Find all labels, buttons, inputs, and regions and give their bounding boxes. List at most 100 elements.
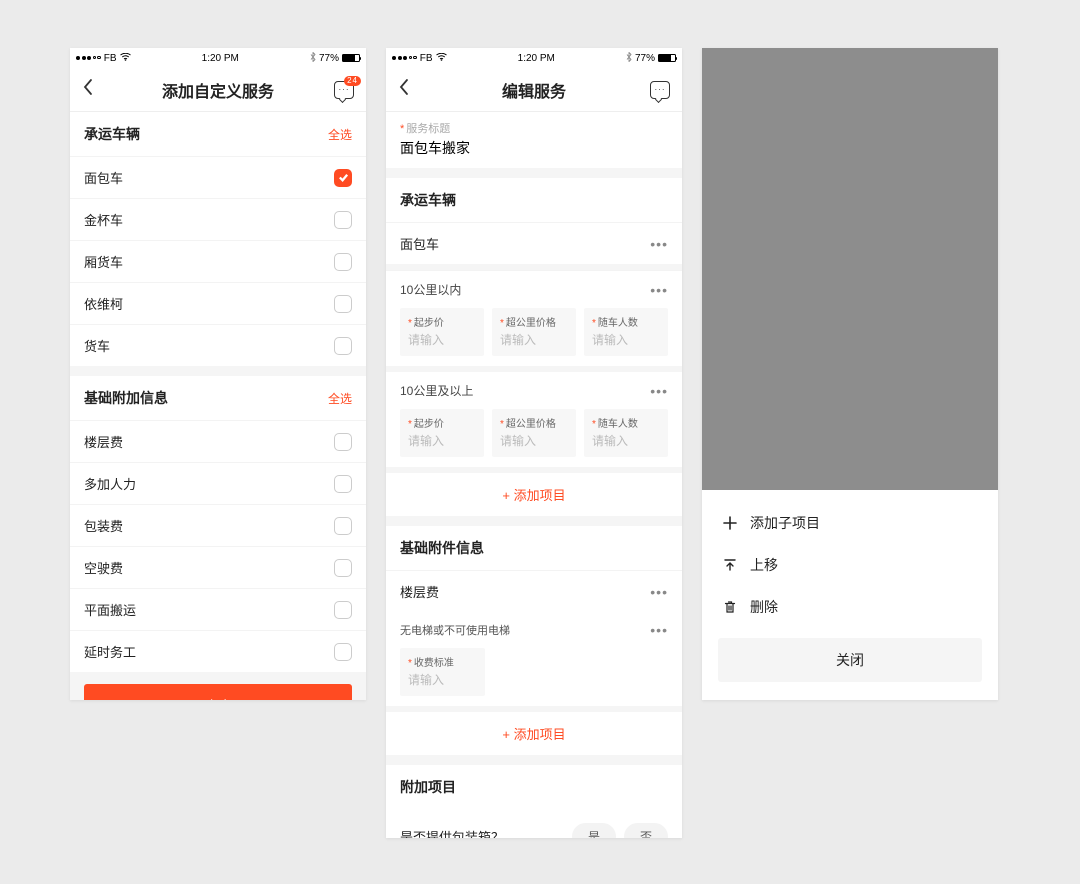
base-sub-row: 无电梯或不可使用电梯 ••• [386,612,682,648]
section-extras-header: 基础附加信息 全选 [70,376,366,420]
bluetooth-icon [310,52,316,64]
more-icon[interactable]: ••• [650,383,668,399]
checkbox[interactable] [334,559,352,577]
vehicle-label: 面包车 [84,168,123,187]
service-title-label: *服务标题 [386,112,682,136]
battery-pct: 77% [635,53,655,64]
clock: 1:20 PM [518,53,555,64]
content-scroll[interactable]: 承运车辆 全选 面包车 金杯车 厢货车 依维柯 货车 基础附加信息 全选 [70,112,366,700]
phone-add-service: FB 1:20 PM 77% 添加自定义服务 ··· 24 承运车辆 [70,48,366,700]
section-extras-title: 基础附加信息 [84,388,168,408]
extra-label: 楼层费 [84,432,123,451]
section-vehicles-title: 承运车辆 [84,124,140,144]
trash-icon [722,600,738,614]
price-chip[interactable]: *超公里价格 请输入 [492,308,576,356]
carrier-label: FB [420,53,433,64]
range-inputs: *起步价 请输入 *超公里价格 请输入 *随车人数 请输入 [386,409,682,467]
extra-row[interactable]: 延时务工 [70,630,366,672]
extra-row[interactable]: 楼层费 [70,420,366,462]
vehicle-row[interactable]: 货车 [70,324,366,366]
sheet-delete[interactable]: 删除 [702,586,998,628]
messages-icon[interactable]: ··· [650,81,670,99]
vehicle-row[interactable]: 金杯车 [70,198,366,240]
add-item-button[interactable]: + 添加项目 [386,712,682,755]
vehicle-label: 货车 [84,336,110,355]
messages-badge: 24 [344,76,361,86]
extra-row[interactable]: 包装费 [70,504,366,546]
extra-row[interactable]: 多加人力 [70,462,366,504]
nav-bar: 编辑服务 ··· [386,68,682,112]
no-pill[interactable]: 否 [624,823,668,838]
plus-icon [722,516,738,530]
more-icon[interactable]: ••• [650,236,668,252]
extra-question-row: 是否提供包装箱？ 是 否 [386,809,682,838]
move-up-icon [722,558,738,572]
nav-bar: 添加自定义服务 ··· 24 [70,68,366,112]
service-title-input[interactable] [386,136,682,168]
vehicle-row[interactable]: 厢货车 [70,240,366,282]
sheet-move-up[interactable]: 上移 [702,544,998,586]
checkbox[interactable] [334,601,352,619]
veh-section-header: 承运车辆 [386,178,682,222]
checkbox[interactable] [334,211,352,229]
vehicle-row[interactable]: 面包车 [70,156,366,198]
section-vehicles-header: 承运车辆 全选 [70,112,366,156]
range-inputs: *起步价 请输入 *超公里价格 请输入 *随车人数 请输入 [386,308,682,366]
battery-pct: 77% [319,53,339,64]
carrier-label: FB [104,53,117,64]
checkbox[interactable] [334,169,352,187]
veh-name-row[interactable]: 面包车 ••• [386,222,682,264]
checkbox[interactable] [334,517,352,535]
price-chip[interactable]: *随车人数 请输入 [584,308,668,356]
extra-label: 平面搬运 [84,600,136,619]
modal-backdrop[interactable] [702,48,998,490]
price-chip[interactable]: *随车人数 请输入 [584,409,668,457]
checkbox[interactable] [334,295,352,313]
fee-chip[interactable]: *收费标准 请输入 [400,648,485,696]
back-button[interactable] [82,78,93,101]
back-button[interactable] [398,78,409,101]
sheet-add-sub[interactable]: 添加子项目 [702,502,998,544]
checkbox[interactable] [334,643,352,661]
select-all-extras[interactable]: 全选 [328,390,352,407]
extra-label: 延时务工 [84,642,136,661]
page-title: 编辑服务 [386,78,682,102]
vehicle-label: 厢货车 [84,252,123,271]
price-chip[interactable]: *超公里价格 请输入 [492,409,576,457]
checkbox[interactable] [334,337,352,355]
extra-label: 包装费 [84,516,123,535]
bluetooth-icon [626,52,632,64]
battery-icon [658,54,676,62]
confirm-button[interactable]: 确定 [84,684,352,700]
base-section-header: 基础附件信息 [386,526,682,570]
phone-edit-service: FB 1:20 PM 77% 编辑服务 ··· *服务标题 [386,48,682,838]
checkbox[interactable] [334,433,352,451]
messages-icon[interactable]: ··· 24 [334,81,354,99]
extra-row[interactable]: 空驶费 [70,546,366,588]
checkbox[interactable] [334,475,352,493]
more-icon[interactable]: ••• [650,584,668,600]
checkbox[interactable] [334,253,352,271]
phone-action-sheet: 添加子项目 上移 删除 关闭 [702,48,998,700]
extra-label: 空驶费 [84,558,123,577]
base-row[interactable]: 楼层费 ••• [386,570,682,612]
vehicle-label: 金杯车 [84,210,123,229]
sheet-close-button[interactable]: 关闭 [718,638,982,682]
extra-label: 多加人力 [84,474,136,493]
status-bar: FB 1:20 PM 77% [70,48,366,68]
yes-pill[interactable]: 是 [572,823,616,838]
range-row: 10公里以内 ••• [386,270,682,308]
range-label: 10公里及以上 [400,382,473,399]
select-all-vehicles[interactable]: 全选 [328,126,352,143]
vehicle-row[interactable]: 依维柯 [70,282,366,324]
add-item-button[interactable]: + 添加项目 [386,473,682,516]
range-label: 10公里以内 [400,281,461,298]
action-sheet: 添加子项目 上移 删除 关闭 [702,490,998,700]
more-icon[interactable]: ••• [650,282,668,298]
price-chip[interactable]: *起步价 请输入 [400,409,484,457]
wifi-icon [120,53,131,63]
more-icon[interactable]: ••• [650,622,668,638]
price-chip[interactable]: *起步价 请输入 [400,308,484,356]
content-scroll[interactable]: *服务标题 承运车辆 面包车 ••• 10公里以内 ••• *起步价 请输入 *… [386,112,682,838]
extra-row[interactable]: 平面搬运 [70,588,366,630]
